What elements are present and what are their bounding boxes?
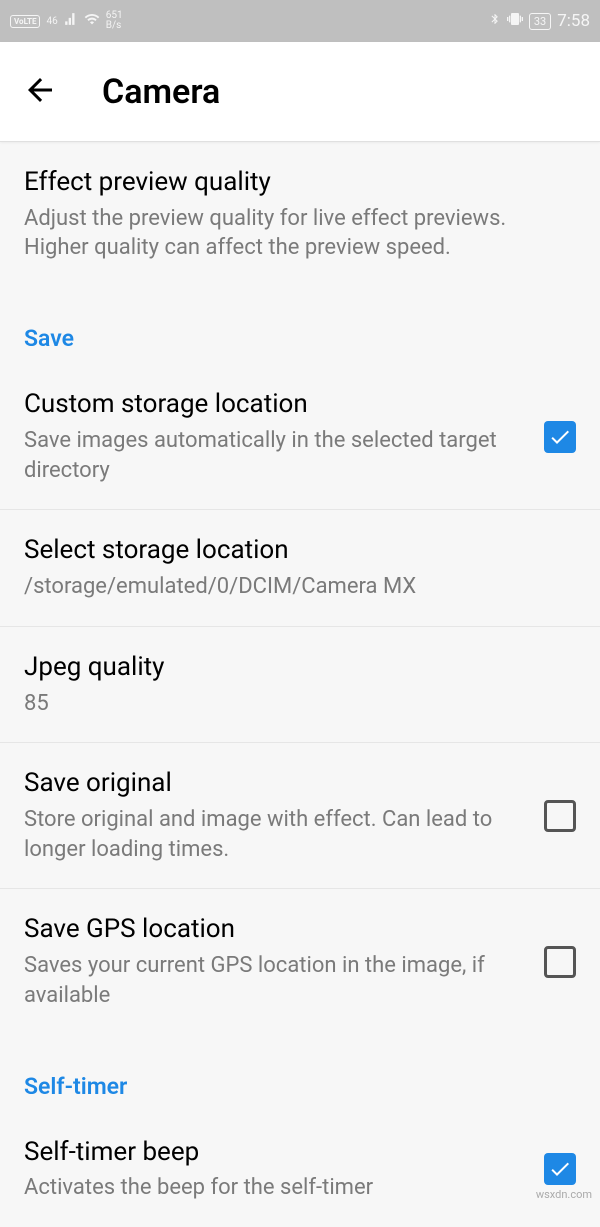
checkbox-selftimer-beep[interactable] bbox=[544, 1153, 576, 1185]
setting-subtitle: 85 bbox=[24, 689, 576, 719]
setting-jpeg-quality[interactable]: Jpeg quality 85 bbox=[0, 627, 600, 743]
status-bar: VoLTE 46 651 B/s 33 7:58 bbox=[0, 0, 600, 42]
setting-subtitle: Store original and image with effect. Ca… bbox=[24, 805, 524, 864]
setting-save-gps-location[interactable]: Save GPS location Saves your current GPS… bbox=[0, 889, 600, 1034]
wifi-icon bbox=[84, 11, 100, 31]
setting-save-original[interactable]: Save original Store original and image w… bbox=[0, 743, 600, 889]
setting-title: Save GPS location bbox=[24, 913, 524, 947]
settings-list: Effect preview quality Adjust the previe… bbox=[0, 142, 600, 1227]
setting-effect-preview-quality[interactable]: Effect preview quality Adjust the previe… bbox=[0, 142, 600, 287]
setting-select-storage-location[interactable]: Select storage location /storage/emulate… bbox=[0, 510, 600, 626]
setting-selftimer-beep[interactable]: Self-timer beep Activates the beep for t… bbox=[0, 1112, 600, 1227]
setting-subtitle: Save images automatically in the selecte… bbox=[24, 426, 524, 485]
vibrate-icon bbox=[507, 11, 523, 31]
setting-subtitle: Activates the beep for the self-timer bbox=[24, 1173, 524, 1203]
setting-title: Save original bbox=[24, 767, 524, 801]
status-left: VoLTE 46 651 B/s bbox=[10, 11, 123, 31]
setting-subtitle: Saves your current GPS location in the i… bbox=[24, 951, 524, 1010]
setting-title: Custom storage location bbox=[24, 388, 524, 422]
checkbox-save-gps[interactable] bbox=[544, 946, 576, 978]
time-display: 7:58 bbox=[557, 11, 590, 31]
setting-title: Effect preview quality bbox=[24, 166, 576, 200]
section-header-save: Save bbox=[0, 287, 600, 364]
setting-custom-storage-location[interactable]: Custom storage location Save images auto… bbox=[0, 364, 600, 510]
section-header-selftimer: Self-timer bbox=[0, 1035, 600, 1112]
network-generation: 46 bbox=[46, 16, 57, 27]
setting-subtitle: Adjust the preview quality for live effe… bbox=[24, 204, 576, 263]
setting-subtitle: /storage/emulated/0/DCIM/Camera MX bbox=[24, 572, 576, 602]
signal-icon bbox=[64, 12, 78, 30]
checkbox-custom-storage[interactable] bbox=[544, 421, 576, 453]
setting-title: Self-timer beep bbox=[24, 1136, 524, 1170]
setting-title: Jpeg quality bbox=[24, 651, 576, 685]
bluetooth-icon bbox=[489, 11, 501, 31]
status-right: 33 7:58 bbox=[489, 11, 590, 31]
back-icon[interactable] bbox=[22, 72, 58, 112]
app-bar: Camera bbox=[0, 42, 600, 142]
watermark: wsxdn.com bbox=[536, 1188, 592, 1201]
battery-indicator: 33 bbox=[529, 13, 551, 30]
page-title: Camera bbox=[102, 72, 220, 112]
data-rate: 651 B/s bbox=[106, 11, 123, 31]
volte-indicator: VoLTE bbox=[10, 15, 40, 28]
setting-title: Select storage location bbox=[24, 534, 576, 568]
checkbox-save-original[interactable] bbox=[544, 800, 576, 832]
